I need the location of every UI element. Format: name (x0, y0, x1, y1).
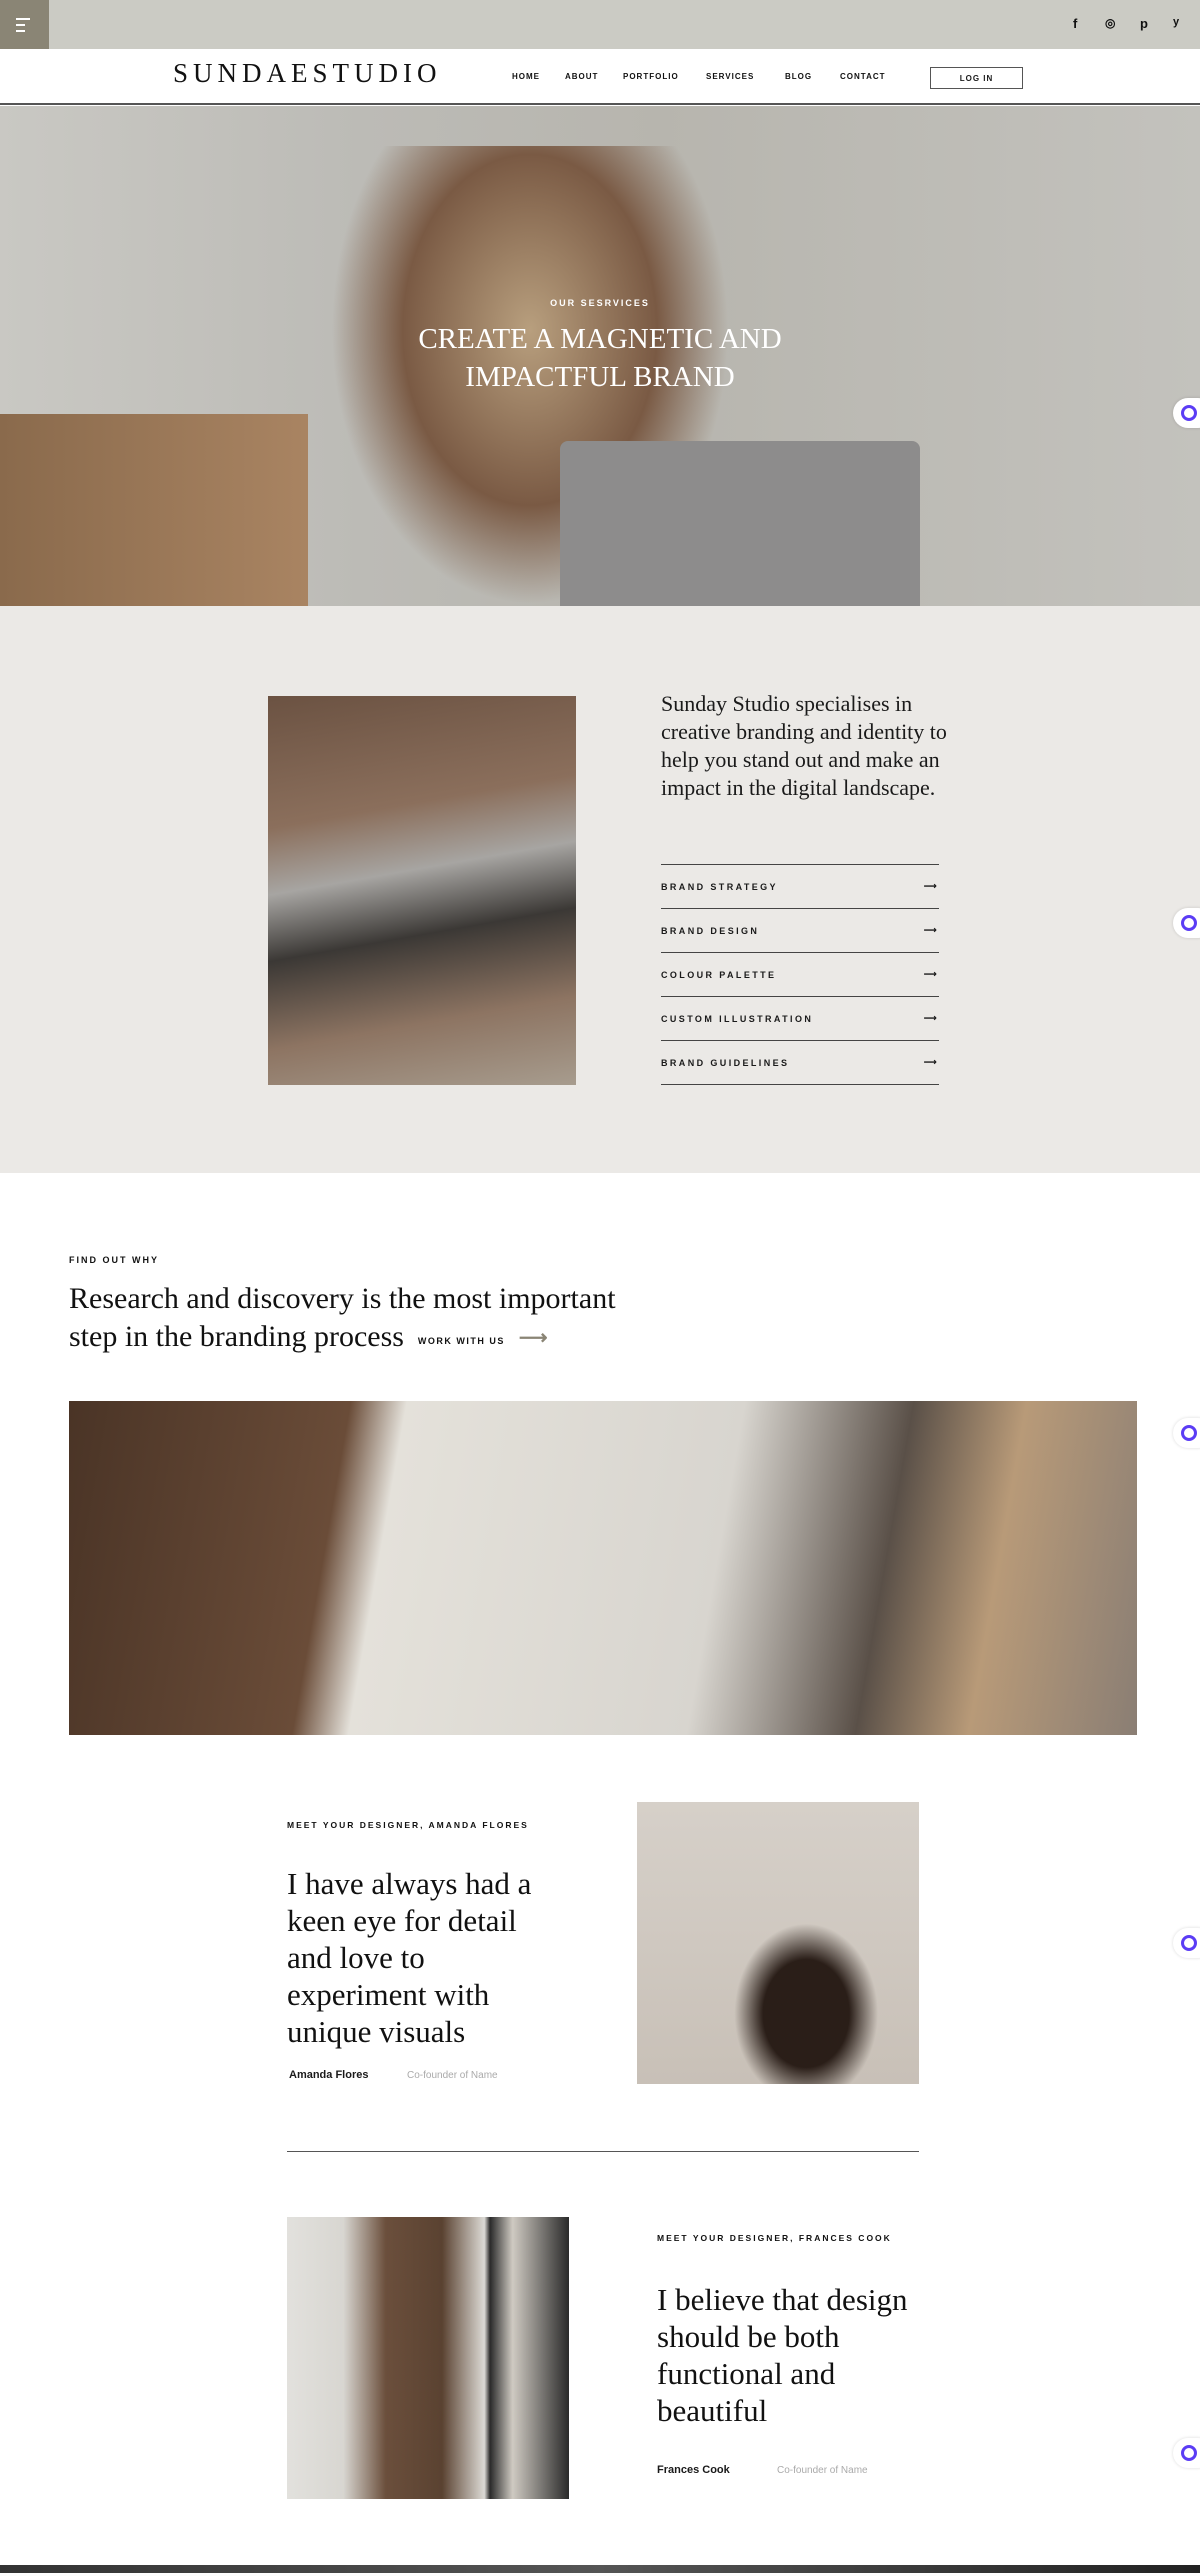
arrow-right-icon: ⟶ (923, 1057, 939, 1067)
service-brand-guidelines[interactable]: BRAND GUIDELINES ⟶ (661, 1040, 939, 1084)
top-bar (0, 0, 1200, 49)
designer-role: Co-founder of Name (777, 2465, 868, 2476)
service-brand-strategy[interactable]: BRAND STRATEGY ⟶ (661, 864, 939, 908)
instagram-icon[interactable]: ◎ (1105, 16, 1115, 30)
service-label: BRAND GUIDELINES (661, 1057, 790, 1068)
facebook-icon[interactable]: f (1073, 16, 1077, 31)
nav-portfolio[interactable]: PORTFOLIO (623, 72, 679, 81)
service-label: CUSTOM ILLUSTRATION (661, 1013, 814, 1024)
chat-icon (1181, 2445, 1197, 2461)
arrow-right-icon: ⟶ (923, 969, 939, 979)
chat-icon (1181, 915, 1197, 931)
chat-widget[interactable] (1173, 1928, 1200, 1958)
chat-widget[interactable] (1173, 908, 1200, 938)
nav-home[interactable]: HOME (512, 72, 540, 81)
why-heading: Research and discovery is the most impor… (69, 1280, 616, 1360)
arrow-right-icon: ⟶ (923, 881, 939, 891)
chat-icon (1181, 1935, 1197, 1951)
designer-name: Frances Cook (657, 2464, 730, 2476)
chat-icon (1181, 1425, 1197, 1441)
hero-title-line: IMPACTFUL BRAND (465, 361, 735, 393)
chat-widget[interactable] (1173, 2438, 1200, 2468)
service-label: COLOUR PALETTE (661, 969, 777, 980)
arrow-right-icon: ⟶ (518, 1326, 550, 1349)
work-with-us-link[interactable]: WORK WITH US ⟶ (417, 1327, 549, 1349)
nav-contact[interactable]: CONTACT (840, 72, 886, 81)
nav-blog[interactable]: BLOG (785, 72, 812, 81)
why-eyebrow: FIND OUT WHY (69, 1255, 159, 1265)
work-with-us-label: WORK WITH US (417, 1335, 505, 1346)
why-heading-line: Research and discovery is the most impor… (69, 1282, 616, 1315)
hero-title-line: CREATE A MAGNETIC AND (418, 323, 782, 355)
divider (287, 2151, 919, 2152)
service-colour-palette[interactable]: COLOUR PALETTE ⟶ (661, 952, 939, 996)
arrow-right-icon: ⟶ (923, 1013, 939, 1023)
nav-services[interactable]: SERVICES (706, 72, 754, 81)
login-button[interactable]: LOG IN (930, 67, 1023, 89)
services-intro: Sunday Studio specialises in creative br… (661, 691, 947, 800)
nav-about[interactable]: ABOUT (565, 72, 598, 81)
designer-role: Co-founder of Name (407, 2070, 498, 2081)
services-section (0, 606, 1200, 1173)
chat-widget[interactable] (1173, 1418, 1200, 1448)
hamburger-line (16, 23, 25, 26)
hero-eyebrow: OUR SESRVICES (550, 298, 650, 308)
twitter-icon[interactable]: y (1173, 16, 1179, 28)
service-label: BRAND DESIGN (661, 925, 760, 936)
designer-name: Amanda Flores (289, 2069, 369, 2081)
designer-eyebrow: MEET YOUR DESIGNER, FRANCES COOK (657, 2233, 892, 2243)
footer-edge (0, 2565, 1200, 2573)
service-label: BRAND STRATEGY (661, 881, 778, 892)
frances-photo (287, 2217, 569, 2499)
designer-quote: I believe that design should be both fun… (657, 2282, 908, 2428)
why-heading-line: step in the branding process (69, 1320, 404, 1353)
designer-quote: I have always had a keen eye for detail … (287, 1866, 532, 2049)
service-custom-illustration[interactable]: CUSTOM ILLUSTRATION ⟶ (661, 996, 939, 1040)
designer-eyebrow: MEET YOUR DESIGNER, AMANDA FLORES (287, 1820, 529, 1830)
hero-title: CREATE A MAGNETIC AND IMPACTFUL BRAND (0, 320, 1200, 396)
materials-photo (69, 1401, 1137, 1735)
chat-widget[interactable] (1173, 398, 1200, 428)
pinterest-icon[interactable]: p (1140, 16, 1148, 31)
hamburger-line (16, 29, 25, 32)
menu-button[interactable] (0, 0, 49, 49)
hamburger-icon (16, 17, 30, 20)
chat-icon (1181, 405, 1197, 421)
amanda-photo (637, 1802, 919, 2084)
service-brand-design[interactable]: BRAND DESIGN ⟶ (661, 908, 939, 952)
arrow-right-icon: ⟶ (923, 925, 939, 935)
divider (661, 1084, 939, 1085)
logo[interactable]: SUNDAESTUDIO (173, 58, 442, 89)
services-photo (268, 696, 576, 1085)
